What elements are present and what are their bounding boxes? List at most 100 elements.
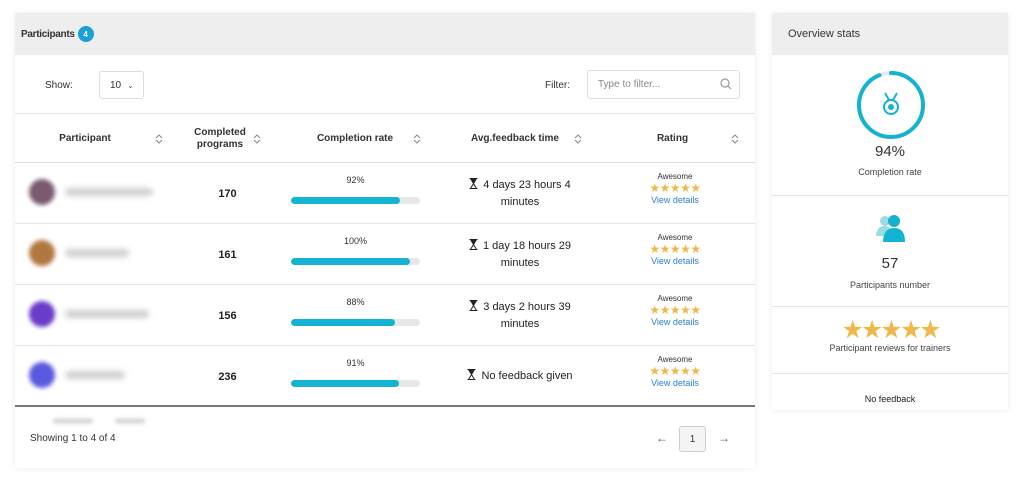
participant-name-redacted xyxy=(65,188,153,196)
search-icon[interactable] xyxy=(719,77,733,91)
rating-cell: Awesome ★★★★★ View details xyxy=(615,172,735,205)
completion-rate-value: 92% xyxy=(346,175,365,185)
column-rating[interactable]: Rating xyxy=(635,114,710,164)
rating-label: Awesome xyxy=(657,294,693,303)
sort-icon[interactable] xyxy=(731,133,739,145)
avg-feedback-time: 1 day 18 hours 29 minutes xyxy=(445,238,595,272)
avatar xyxy=(29,240,55,266)
completion-rate-value: 91% xyxy=(346,358,365,368)
reviews-stat: ★★★★★ Participant reviews for trainers xyxy=(772,307,1008,374)
feedback-time-line2: minutes xyxy=(500,318,540,330)
star-icon: ★★★★★ xyxy=(841,316,941,344)
table-header: Participant Completed programs Completion… xyxy=(15,113,755,163)
sort-icon[interactable] xyxy=(574,133,582,145)
completion-rate-value: 100% xyxy=(343,236,368,246)
avatar xyxy=(29,362,55,388)
participant-name-redacted xyxy=(65,371,125,379)
progress-fill xyxy=(291,197,401,204)
view-details-link[interactable]: View details xyxy=(615,256,735,266)
column-avg-feedback-time[interactable]: Avg.feedback time xyxy=(450,114,580,164)
showing-entries-text: Showing 1 to 4 of 4 xyxy=(30,433,116,444)
sort-icon[interactable] xyxy=(253,133,261,145)
chevron-down-icon: ⌄ xyxy=(127,80,134,90)
page-size-value: 10 xyxy=(110,79,122,91)
completed-programs-value: 156 xyxy=(218,309,237,322)
avatar xyxy=(29,179,55,205)
column-completed-programs[interactable]: Completed programs xyxy=(185,114,255,164)
participants-number-label: Participants number xyxy=(849,280,931,290)
rating-label: Awesome xyxy=(657,233,693,242)
progress-fill xyxy=(291,319,396,326)
feedback-time-line1: 1 day 18 hours 29 xyxy=(482,240,572,252)
participants-number-stat: 57 Participants number xyxy=(772,196,1008,307)
pagination-prev-button[interactable]: ← xyxy=(656,431,668,445)
view-details-link[interactable]: View details xyxy=(615,378,735,388)
pagination-page-button[interactable]: 1 xyxy=(679,426,706,452)
star-icon: ★★★★★ xyxy=(649,303,701,317)
table-toolbar: Show: 10 ⌄ Filter: xyxy=(15,55,755,113)
avg-feedback-time: 4 days 23 hours 4 minutes xyxy=(445,177,595,211)
participants-panel: Participants 4 Show: 10 ⌄ Filter: Partic… xyxy=(15,13,755,468)
redacted-strip xyxy=(115,419,145,423)
sort-icon[interactable] xyxy=(155,133,163,145)
rating-label: Awesome xyxy=(657,355,693,364)
completed-programs-value: 236 xyxy=(218,370,237,383)
completion-progress-bar xyxy=(291,319,420,326)
show-label: Show: xyxy=(45,80,73,91)
overview-stats-panel: Overview stats 94% Completion rate 57 Pa… xyxy=(772,13,1008,410)
pagination-next-button[interactable]: → xyxy=(718,431,730,445)
table-row: 156 88% 3 days 2 hours 39 minutes Awesome… xyxy=(15,285,755,346)
sort-icon[interactable] xyxy=(413,133,421,145)
completion-rate-label: Completion rate xyxy=(858,167,922,177)
completion-progress-bar xyxy=(291,258,420,265)
feedback-time-line2: minutes xyxy=(500,257,540,269)
completed-programs-value: 161 xyxy=(218,248,237,261)
user-group-icon xyxy=(876,215,905,242)
participants-header: Participants 4 xyxy=(15,13,755,55)
completion-rate-stat: 94% Completion rate xyxy=(772,55,1008,196)
completed-programs-value: 170 xyxy=(218,187,237,200)
feedback-time-line1: 3 days 2 hours 39 xyxy=(483,301,571,313)
redacted-strip xyxy=(53,419,93,423)
completion-rate-value: 94% xyxy=(874,143,906,160)
completion-progress-bar xyxy=(291,380,420,387)
progress-fill xyxy=(291,258,410,265)
feedback-time-line2: minutes xyxy=(500,196,540,208)
filter-input[interactable] xyxy=(587,70,740,99)
completion-progress-bar xyxy=(291,197,420,204)
table-row: 170 92% 4 days 23 hours 4 minutes Awesome… xyxy=(15,163,755,224)
participants-title: Participants xyxy=(21,28,75,40)
medal-icon xyxy=(857,71,925,139)
participants-number-value: 57 xyxy=(881,255,899,272)
star-icon: ★★★★★ xyxy=(649,242,701,256)
table-row: 236 91% No feedback given Awesome ★★★★★ … xyxy=(15,346,755,407)
avg-feedback-time: No feedback given xyxy=(445,368,595,385)
rating-cell: Awesome ★★★★★ View details xyxy=(615,355,735,388)
hourglass-icon xyxy=(469,239,478,250)
filter-label: Filter: xyxy=(545,80,570,91)
feedback-time-line1: No feedback given xyxy=(481,370,573,382)
no-feedback-text: No feedback xyxy=(864,394,916,404)
star-icon: ★★★★★ xyxy=(649,364,701,378)
column-participant[interactable]: Participant xyxy=(35,114,135,164)
rating-label: Awesome xyxy=(657,172,693,181)
table-row: 161 100% 1 day 18 hours 29 minutes Awesom… xyxy=(15,224,755,285)
reviews-label: Participant reviews for trainers xyxy=(829,343,951,353)
participants-count-badge: 4 xyxy=(77,26,94,42)
view-details-link[interactable]: View details xyxy=(615,317,735,327)
progress-fill xyxy=(291,380,399,387)
hourglass-icon xyxy=(469,300,478,311)
rating-cell: Awesome ★★★★★ View details xyxy=(615,294,735,327)
overview-header: Overview stats xyxy=(772,13,1008,55)
rating-cell: Awesome ★★★★★ View details xyxy=(615,233,735,266)
page-size-select[interactable]: 10 ⌄ xyxy=(99,71,144,99)
hourglass-icon xyxy=(467,369,476,380)
participant-name-redacted xyxy=(65,310,149,318)
feedback-time-line1: 4 days 23 hours 4 xyxy=(483,179,571,191)
avatar xyxy=(29,301,55,327)
view-details-link[interactable]: View details xyxy=(615,195,735,205)
participant-name-redacted xyxy=(65,249,129,257)
participants-table: Participant Completed programs Completion… xyxy=(15,113,755,407)
star-icon: ★★★★★ xyxy=(649,181,701,195)
column-completion-rate[interactable]: Completion rate xyxy=(295,114,415,164)
